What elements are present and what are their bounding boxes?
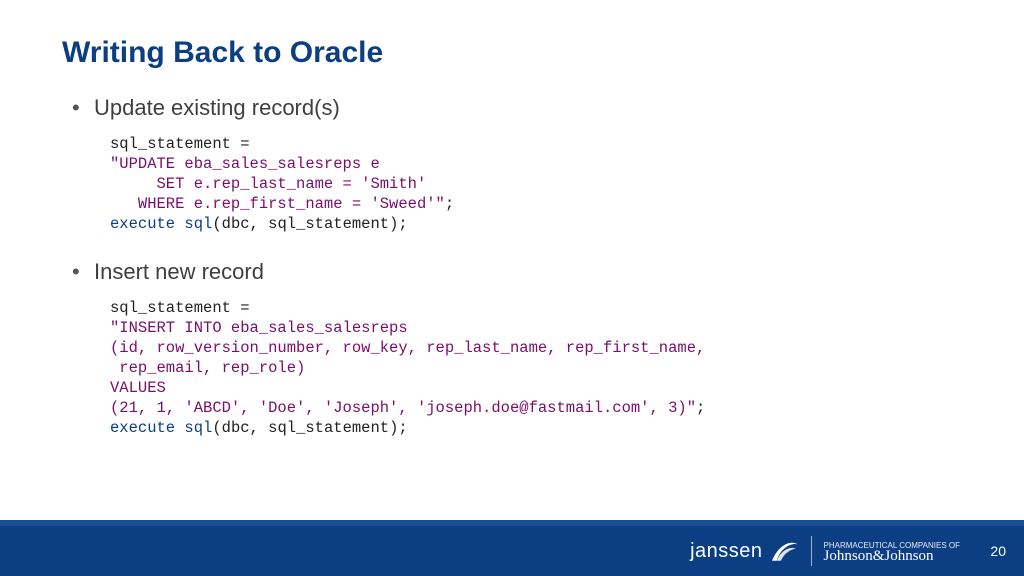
brand-divider bbox=[811, 536, 812, 566]
code-line: "INSERT INTO eba_sales_salesreps bbox=[110, 319, 408, 337]
jnj-script: Johnson&Johnson bbox=[824, 551, 960, 561]
janssen-wordmark: janssen bbox=[690, 540, 762, 563]
bullet-1: • Update existing record(s) bbox=[72, 94, 952, 122]
bullet-2: • Insert new record bbox=[72, 258, 952, 286]
code-line: WHERE e.rep_first_name = 'Sweed'" bbox=[110, 195, 445, 213]
code-text: ; bbox=[445, 195, 454, 213]
bullet-icon: • bbox=[72, 94, 94, 122]
brand-block: janssen PHARMACEUTICAL COMPANIES OF John… bbox=[690, 536, 960, 566]
code-text: (dbc, sql_statement); bbox=[212, 419, 407, 437]
code-line: rep_email, rep_role) bbox=[110, 359, 305, 377]
code-keyword: execute bbox=[110, 215, 175, 233]
janssen-logo: janssen bbox=[690, 538, 798, 564]
code-line: VALUES bbox=[110, 379, 166, 397]
code-line: "UPDATE eba_sales_salesreps e bbox=[110, 155, 380, 173]
page-number: 20 bbox=[982, 543, 1006, 559]
bullet-2-text: Insert new record bbox=[94, 258, 264, 286]
code-line: sql_statement = bbox=[110, 299, 250, 317]
code-keyword: sql bbox=[175, 419, 212, 437]
code-keyword: sql bbox=[175, 215, 212, 233]
code-line: sql_statement = bbox=[110, 135, 250, 153]
bullet-1-text: Update existing record(s) bbox=[94, 94, 340, 122]
slide: Writing Back to Oracle • Update existing… bbox=[0, 0, 1024, 576]
code-keyword: execute bbox=[110, 419, 175, 437]
code-line: (21, 1, 'ABCD', 'Doe', 'Joseph', 'joseph… bbox=[110, 399, 696, 417]
jnj-logo: PHARMACEUTICAL COMPANIES OF Johnson&John… bbox=[824, 541, 960, 561]
slide-content: • Update existing record(s) sql_statemen… bbox=[72, 94, 952, 462]
code-block-update: sql_statement = "UPDATE eba_sales_salesr… bbox=[110, 134, 952, 234]
footer: janssen PHARMACEUTICAL COMPANIES OF John… bbox=[0, 526, 1024, 576]
code-line: SET e.rep_last_name = 'Smith' bbox=[110, 175, 426, 193]
slide-title: Writing Back to Oracle bbox=[62, 36, 383, 70]
code-text: (dbc, sql_statement); bbox=[212, 215, 407, 233]
bullet-icon: • bbox=[72, 258, 94, 286]
janssen-swoosh-icon bbox=[769, 538, 799, 564]
code-line: (id, row_version_number, row_key, rep_la… bbox=[110, 339, 705, 357]
code-text: ; bbox=[696, 399, 705, 417]
code-block-insert: sql_statement = "INSERT INTO eba_sales_s… bbox=[110, 298, 952, 438]
